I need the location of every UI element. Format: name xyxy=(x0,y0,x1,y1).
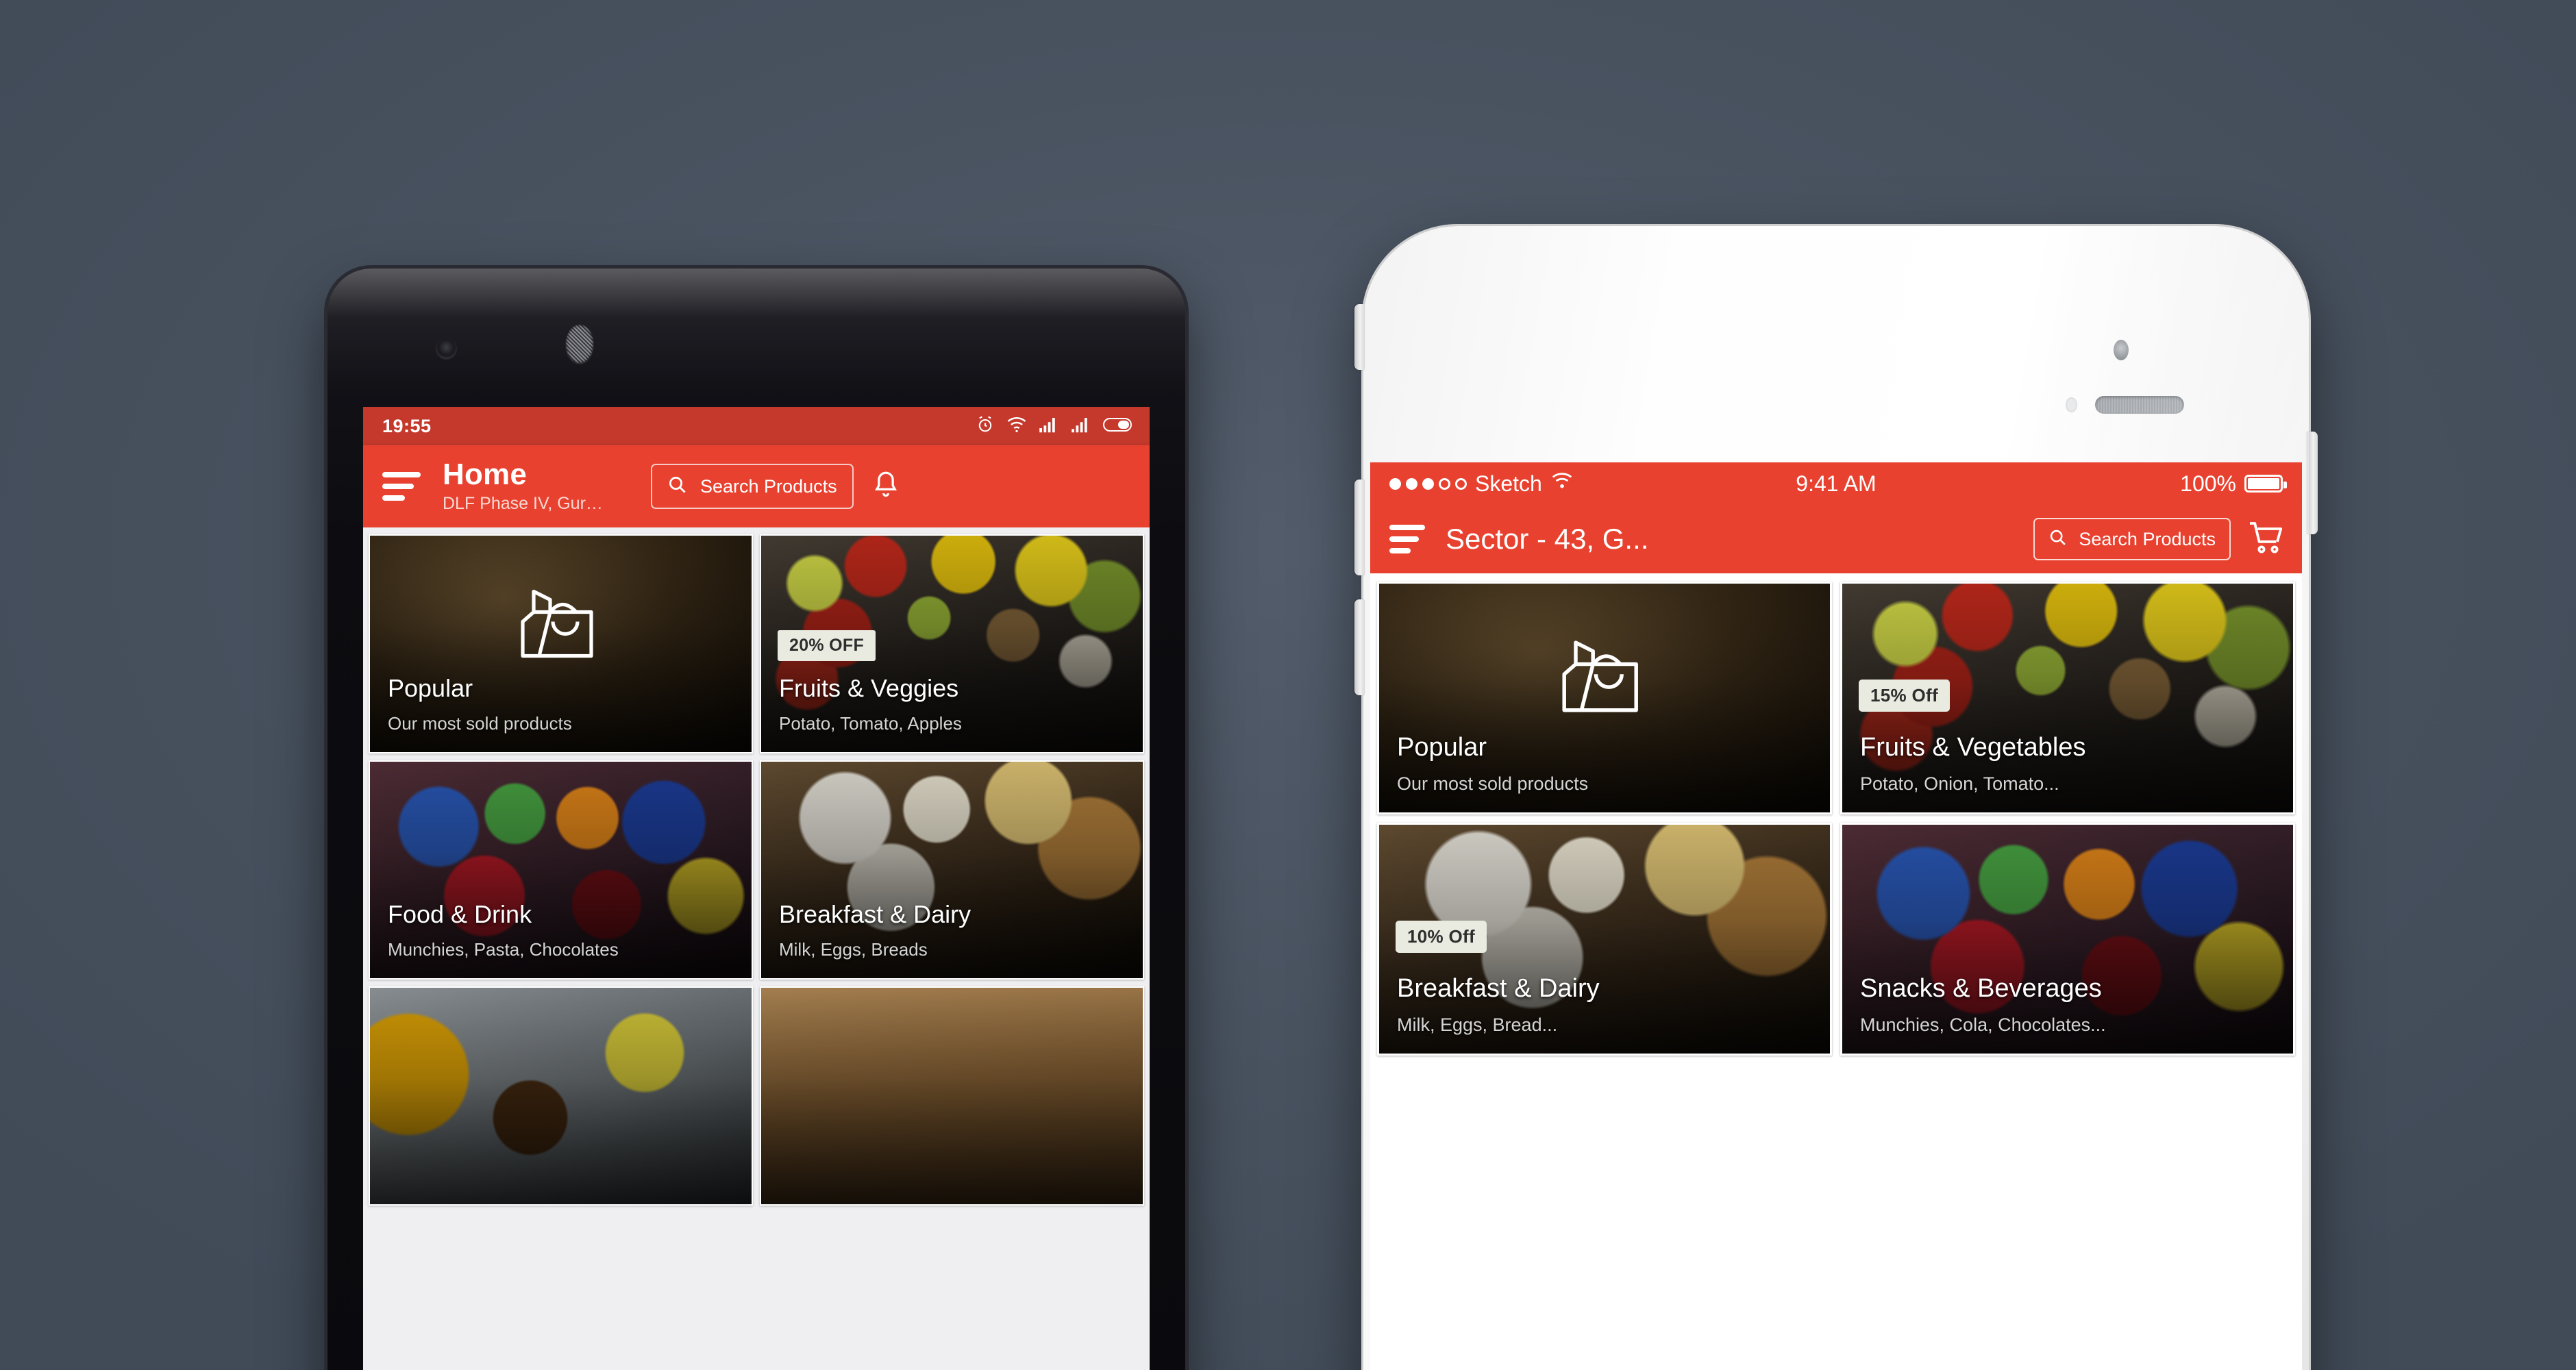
android-app-bar: Home DLF Phase IV, Gur… Search Products xyxy=(363,445,1150,527)
search-placeholder: Search Products xyxy=(700,475,837,497)
android-bezel-gloss xyxy=(327,269,1185,392)
ios-nav-bar: Sector - 43, G... Search Products xyxy=(1370,505,2302,573)
card-subtitle: Munchies, Cola, Chocolates... xyxy=(1860,1014,2106,1035)
card-subtitle: Munchies, Pasta, Chocolates xyxy=(388,939,619,960)
ios-status-bar: Sketch 9:41 AM 100% xyxy=(1370,462,2302,505)
power-button[interactable] xyxy=(2307,432,2318,534)
card-text: Popular Our most sold products xyxy=(388,673,739,734)
battery-icon xyxy=(1103,416,1133,436)
category-card[interactable]: Popular Our most sold products xyxy=(1377,582,1832,814)
wifi-icon xyxy=(1550,471,1574,496)
category-card[interactable]: Breakfast & Dairy Milk, Eggs, Breads xyxy=(760,760,1144,980)
category-card[interactable]: Popular Our most sold products xyxy=(369,534,753,754)
carrier-label: Sketch xyxy=(1475,471,1542,496)
card-title: Fruits & Veggies xyxy=(779,673,959,702)
signal-icon xyxy=(1039,416,1059,437)
ios-category-grid: Popular Our most sold products 15% Off F… xyxy=(1370,573,2302,1370)
iphone-device: Sketch 9:41 AM 100% Sector - 43, G... Se… xyxy=(1354,226,2318,1370)
card-text: Fruits & Vegetables Potato, Onion, Tomat… xyxy=(1860,733,2281,795)
shopping-bag-icon xyxy=(520,584,602,669)
battery-icon xyxy=(2244,475,2287,493)
android-category-grid: Popular Our most sold products 20% OFF F… xyxy=(363,527,1150,1370)
category-card[interactable]: Food & Drink Munchies, Pasta, Chocolates xyxy=(369,760,753,980)
signal-icon xyxy=(1071,416,1091,437)
category-card[interactable] xyxy=(369,986,753,1206)
earpiece-speaker-icon xyxy=(566,325,593,363)
card-title: Breakfast & Dairy xyxy=(1397,974,1600,1004)
card-title: Popular xyxy=(388,673,473,702)
category-card[interactable]: 15% Off Fruits & Vegetables Potato, Onio… xyxy=(1840,582,2295,814)
search-placeholder: Search Products xyxy=(2079,528,2216,549)
iphone-screen: Sketch 9:41 AM 100% Sector - 43, G... Se… xyxy=(1370,462,2302,1370)
search-input[interactable]: Search Products xyxy=(651,464,854,509)
card-subtitle: Potato, Onion, Tomato... xyxy=(1860,773,2059,794)
cart-icon[interactable] xyxy=(2249,521,2284,558)
front-camera-icon xyxy=(2114,340,2129,360)
discount-badge: 10% Off xyxy=(1396,921,1487,953)
search-icon xyxy=(667,475,688,499)
card-title: Popular xyxy=(1397,733,1487,762)
proximity-sensor-icon xyxy=(2066,397,2077,412)
card-title: Food & Drink xyxy=(388,899,532,928)
card-text: Popular Our most sold products xyxy=(1397,733,1818,795)
card-subtitle: Our most sold products xyxy=(388,713,572,734)
search-icon xyxy=(2048,528,2068,551)
hamburger-icon[interactable] xyxy=(382,472,421,501)
discount-badge: 20% OFF xyxy=(778,630,876,661)
volume-up-button[interactable] xyxy=(1354,480,1365,575)
card-title: Fruits & Vegetables xyxy=(1860,733,2086,762)
front-camera-icon xyxy=(436,338,456,358)
volume-down-button[interactable] xyxy=(1354,599,1365,695)
discount-badge: 15% Off xyxy=(1859,680,1950,712)
card-text: Breakfast & Dairy Milk, Eggs, Breads xyxy=(779,899,1130,960)
earpiece-speaker-icon xyxy=(2095,396,2184,414)
shopping-bag-icon xyxy=(1561,636,1648,724)
silent-switch-button[interactable] xyxy=(1354,304,1365,370)
page-title: Home xyxy=(443,458,528,492)
category-card[interactable] xyxy=(760,986,1144,1206)
search-input[interactable]: Search Products xyxy=(2033,518,2231,560)
hamburger-icon[interactable] xyxy=(1389,525,1425,553)
card-text: Snacks & Beverages Munchies, Cola, Choco… xyxy=(1860,974,2281,1036)
card-text: Fruits & Veggies Potato, Tomato, Apples xyxy=(779,673,1130,734)
category-card[interactable]: Snacks & Beverages Munchies, Cola, Choco… xyxy=(1840,823,2295,1056)
android-status-bar: 19:55 xyxy=(363,407,1150,445)
category-card[interactable]: 20% OFF Fruits & Veggies Potato, Tomato,… xyxy=(760,534,1144,754)
battery-percent-label: 100% xyxy=(2180,471,2236,496)
android-phone-device: 19:55 Home DLF Phase IV, Gur… Search Pro… xyxy=(327,269,1185,1370)
card-title: Snacks & Beverages xyxy=(1860,974,2102,1004)
location-subtitle[interactable]: DLF Phase IV, Gur… xyxy=(443,494,641,514)
page-title[interactable]: Sector - 43, G... xyxy=(1446,523,1648,556)
alarm-icon xyxy=(976,415,995,438)
android-title-block: Home DLF Phase IV, Gur… xyxy=(443,459,641,514)
status-time: 9:41 AM xyxy=(1796,471,1877,496)
status-time: 19:55 xyxy=(382,415,432,436)
card-scrim xyxy=(370,988,752,1204)
card-subtitle: Milk, Eggs, Breads xyxy=(779,939,928,960)
card-text: Food & Drink Munchies, Pasta, Chocolates xyxy=(388,899,739,960)
bell-icon[interactable] xyxy=(871,470,900,503)
card-text: Breakfast & Dairy Milk, Eggs, Bread... xyxy=(1397,974,1818,1036)
card-subtitle: Our most sold products xyxy=(1397,773,1589,794)
android-screen: 19:55 Home DLF Phase IV, Gur… Search Pro… xyxy=(363,407,1150,1370)
signal-dots-icon xyxy=(1389,477,1467,490)
card-scrim xyxy=(761,988,1143,1204)
wifi-icon xyxy=(1006,416,1027,437)
card-subtitle: Potato, Tomato, Apples xyxy=(779,713,962,734)
card-title: Breakfast & Dairy xyxy=(779,899,971,928)
card-subtitle: Milk, Eggs, Bread... xyxy=(1397,1014,1558,1035)
category-card[interactable]: 10% Off Breakfast & Dairy Milk, Eggs, Br… xyxy=(1377,823,1832,1056)
